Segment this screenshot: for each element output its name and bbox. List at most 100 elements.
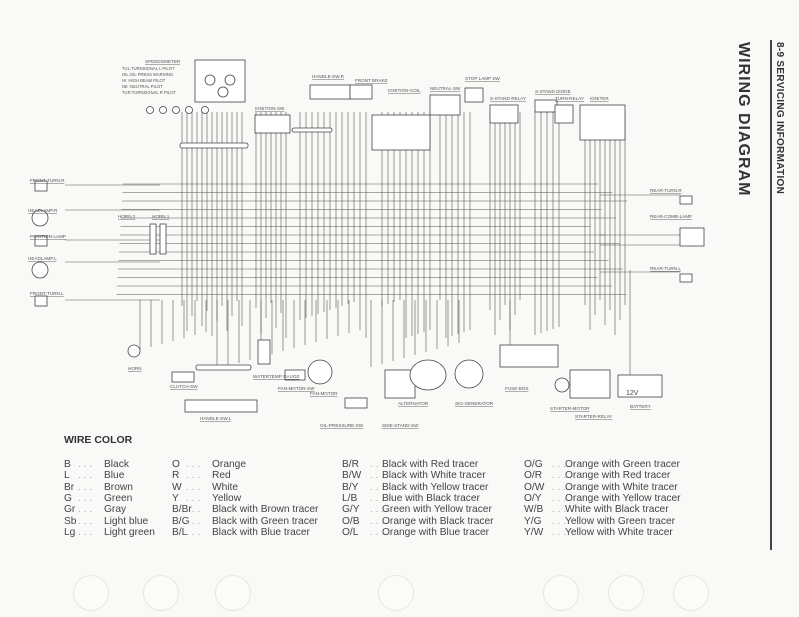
component-symbol [489, 104, 519, 124]
component-label: BATTERY [630, 404, 651, 409]
wire-color-name: Black with Red tracer [382, 459, 479, 470]
binder-hole [673, 575, 709, 611]
wire-color-name: Green with Yellow tracer [382, 504, 492, 516]
component-symbol [159, 223, 167, 255]
component-symbol [679, 195, 693, 205]
wire-color-title: WIRE COLOR [64, 434, 133, 446]
component-label: S-STAND-RELAY [490, 96, 526, 101]
wire-color-code: Y/W [524, 526, 544, 538]
wire-color-name: Green [104, 492, 133, 504]
wire-color-name: Light blue [104, 515, 149, 527]
component-label: STOP LAMP SW [465, 76, 500, 81]
component-label: CLUTCH-SW [170, 384, 198, 389]
component-symbol [429, 94, 461, 116]
wire-color-code: W/B [524, 504, 544, 516]
gauge-icon [217, 86, 229, 98]
component-label: FRONT BRAKE [355, 78, 388, 83]
leader-dots: . . . [78, 504, 93, 516]
leader-dots: . . . [186, 459, 201, 470]
wire-color-name: Orange with Blue tracer [382, 526, 490, 538]
wire-color-code: Sb [64, 515, 77, 527]
wire-color-name: Yellow with Green tracer [565, 515, 676, 527]
component-label: IGNITION-COIL [388, 88, 421, 93]
pilot-lamp-icon [201, 106, 209, 114]
binder-hole [378, 575, 414, 611]
component-symbol [579, 104, 626, 141]
component-label: FRONT-TURN.R [30, 178, 65, 183]
wire-color-code: O/R [524, 470, 543, 482]
component-symbol [257, 339, 271, 365]
pilot-lamp-icon [146, 106, 154, 114]
pilot-lamp-icon [159, 106, 167, 114]
leader-dots: . . . [186, 492, 201, 504]
speedometer-legend: HI :HIGH BEAM PILOT [122, 78, 166, 83]
wire-color-code: O/Y [524, 492, 542, 504]
leader-dots: . . . [78, 515, 93, 527]
wire-color-code: O [172, 459, 180, 470]
component-symbol [31, 261, 49, 279]
leader-dots: . . . [78, 470, 93, 482]
wire-color-name: White with Black tracer [565, 504, 669, 516]
battery-voltage: 12V [626, 390, 639, 397]
wire-color-name: Yellow with White tracer [565, 526, 673, 538]
components [31, 59, 705, 413]
component-symbol [409, 359, 447, 391]
component-label: HORN [128, 366, 142, 371]
harness-connector [291, 127, 333, 133]
wire-color-code: B/L [172, 526, 188, 538]
component-symbol [371, 114, 431, 151]
component-symbol [127, 344, 141, 358]
component-symbol [34, 295, 48, 307]
component-label: SIDE-STAND-SW [382, 423, 419, 428]
wire-color-name: Black with Green tracer [212, 515, 318, 527]
wire-color-name: Orange with White tracer [565, 481, 678, 493]
component-label: HORN.1 [152, 214, 170, 219]
wire-color-code: G/Y [342, 504, 360, 516]
component-label: WATERTEMP GAUGE [253, 374, 300, 379]
component-label: HANDLE-SW.R [312, 74, 345, 79]
component-label: NEUTRAL-SW [430, 86, 461, 91]
component-label: IGNITER [590, 96, 609, 101]
component-label: POSITION-LAMP [30, 234, 66, 239]
speedometer-legend: OIL:OIL PRESS WARNING [122, 72, 173, 77]
component-symbol [534, 99, 558, 113]
component-symbol [464, 87, 484, 103]
wire-color-name: Orange [212, 459, 246, 470]
leader-dots: . . . [78, 526, 93, 538]
speedometer-legend: TUL:TURNSIGNAL L PILOT [122, 66, 175, 71]
component-symbol [309, 84, 351, 100]
pilot-lamp-icon [172, 106, 180, 114]
header-rule [770, 40, 772, 550]
pilot-lamp-icon [185, 106, 193, 114]
component-label: ALTERNATOR [398, 401, 429, 406]
wire-color-name: Black with White tracer [382, 470, 486, 482]
binder-hole [543, 575, 579, 611]
harness-connector [195, 364, 252, 371]
wire-color-code: G [64, 492, 72, 504]
speedometer-title: SPEEDOMETER [145, 59, 181, 64]
binder-hole [73, 575, 109, 611]
wire-color-name: Blue with Black tracer [382, 492, 480, 504]
component-label: HORN.2 [118, 214, 136, 219]
leader-dots: . . . [78, 459, 93, 470]
component-symbol [307, 359, 333, 385]
component-label: SIG-GENERATOR [455, 401, 494, 406]
wire-color-name: Light green [104, 526, 155, 538]
wire-color-name: Gray [104, 504, 127, 516]
binder-hole [608, 575, 644, 611]
wire-color-code: W [172, 481, 182, 493]
component-symbol [499, 344, 559, 368]
wire-color-name: Black [104, 459, 129, 470]
component-label: S-STAND DIODE [535, 89, 571, 94]
speedometer: SPEEDOMETER TUL:TURNSIGNAL L PILOT OIL:O… [122, 59, 181, 95]
wire-color-code: O/B [342, 515, 360, 527]
wire-color-code: O/L [342, 526, 359, 538]
leader-dots: . . . [186, 504, 201, 516]
wire-color-code: B/W [342, 470, 362, 482]
wire-color-code: L [64, 470, 70, 482]
component-symbol [254, 114, 291, 134]
wire-color-code: Gr [64, 504, 76, 516]
wire-color-name: Orange with Red tracer [565, 470, 671, 482]
component-label: HEADLAMP.R [28, 208, 58, 213]
component-symbol [349, 84, 373, 100]
